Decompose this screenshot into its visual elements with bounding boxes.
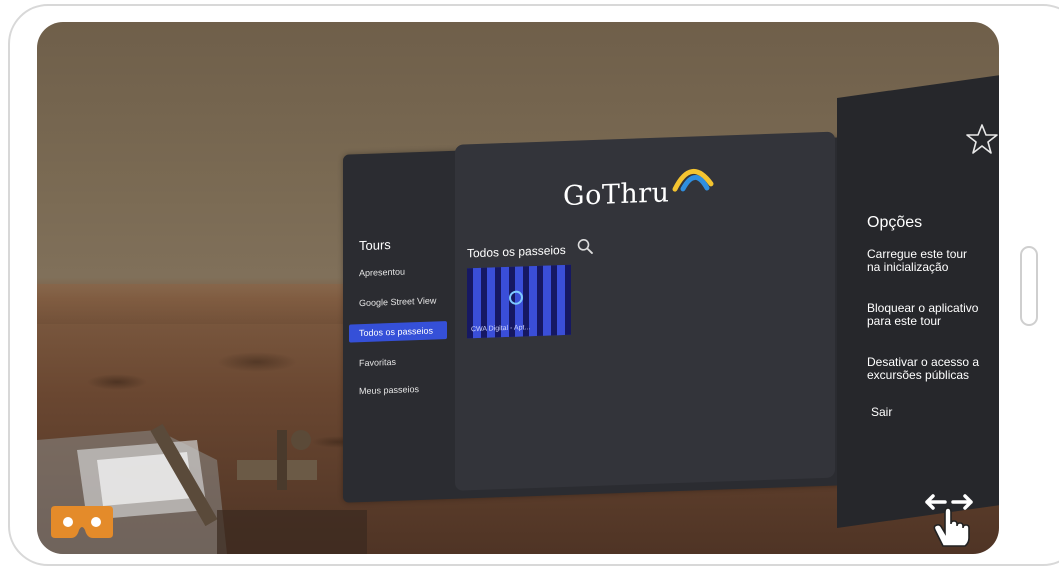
sidebar-item-favorites[interactable]: Favoritas xyxy=(349,351,447,372)
sidebar: Tours Apresentou Google Street View Todo… xyxy=(343,151,455,503)
option-lock-app[interactable]: Bloquear o aplicativo para este tour xyxy=(867,302,999,328)
tour-card[interactable]: CWA Digital - Apt... xyxy=(467,264,571,339)
cardboard-icon[interactable] xyxy=(51,500,113,540)
logo-arcs xyxy=(672,169,714,192)
star-icon[interactable] xyxy=(965,122,999,156)
option-load-on-startup[interactable]: Carregue este tour na inicialização xyxy=(867,248,999,274)
loading-ring-icon xyxy=(509,290,523,305)
sidebar-item-my-tours[interactable]: Meus passeios xyxy=(349,379,447,400)
option-disable-public-tours[interactable]: Desativar o acesso a excursões públicas xyxy=(867,356,999,382)
tour-list-area: GoThru Todos os passeios CWA Digital - A… xyxy=(455,131,835,491)
sidebar-item-google-street-view[interactable]: Google Street View xyxy=(349,291,447,312)
search-icon[interactable] xyxy=(577,238,593,255)
home-button[interactable] xyxy=(1020,246,1038,326)
gothru-logo: GoThru xyxy=(563,177,670,213)
sidebar-item-featured[interactable]: Apresentou xyxy=(349,261,447,282)
sidebar-item-all-tours[interactable]: Todos os passeios xyxy=(349,321,447,343)
sidebar-title: Tours xyxy=(359,237,391,254)
drag-hand-icon[interactable] xyxy=(921,490,977,548)
section-title: Todos os passeios xyxy=(467,242,566,261)
options-title: Opções xyxy=(867,214,923,231)
tour-card-caption: CWA Digital - Apt... xyxy=(471,324,531,334)
vr-viewport[interactable]: Tours Apresentou Google Street View Todo… xyxy=(37,22,999,554)
tour-browser-panel: Tours Apresentou Google Street View Todo… xyxy=(343,131,843,503)
option-exit[interactable]: Sair xyxy=(871,406,999,419)
